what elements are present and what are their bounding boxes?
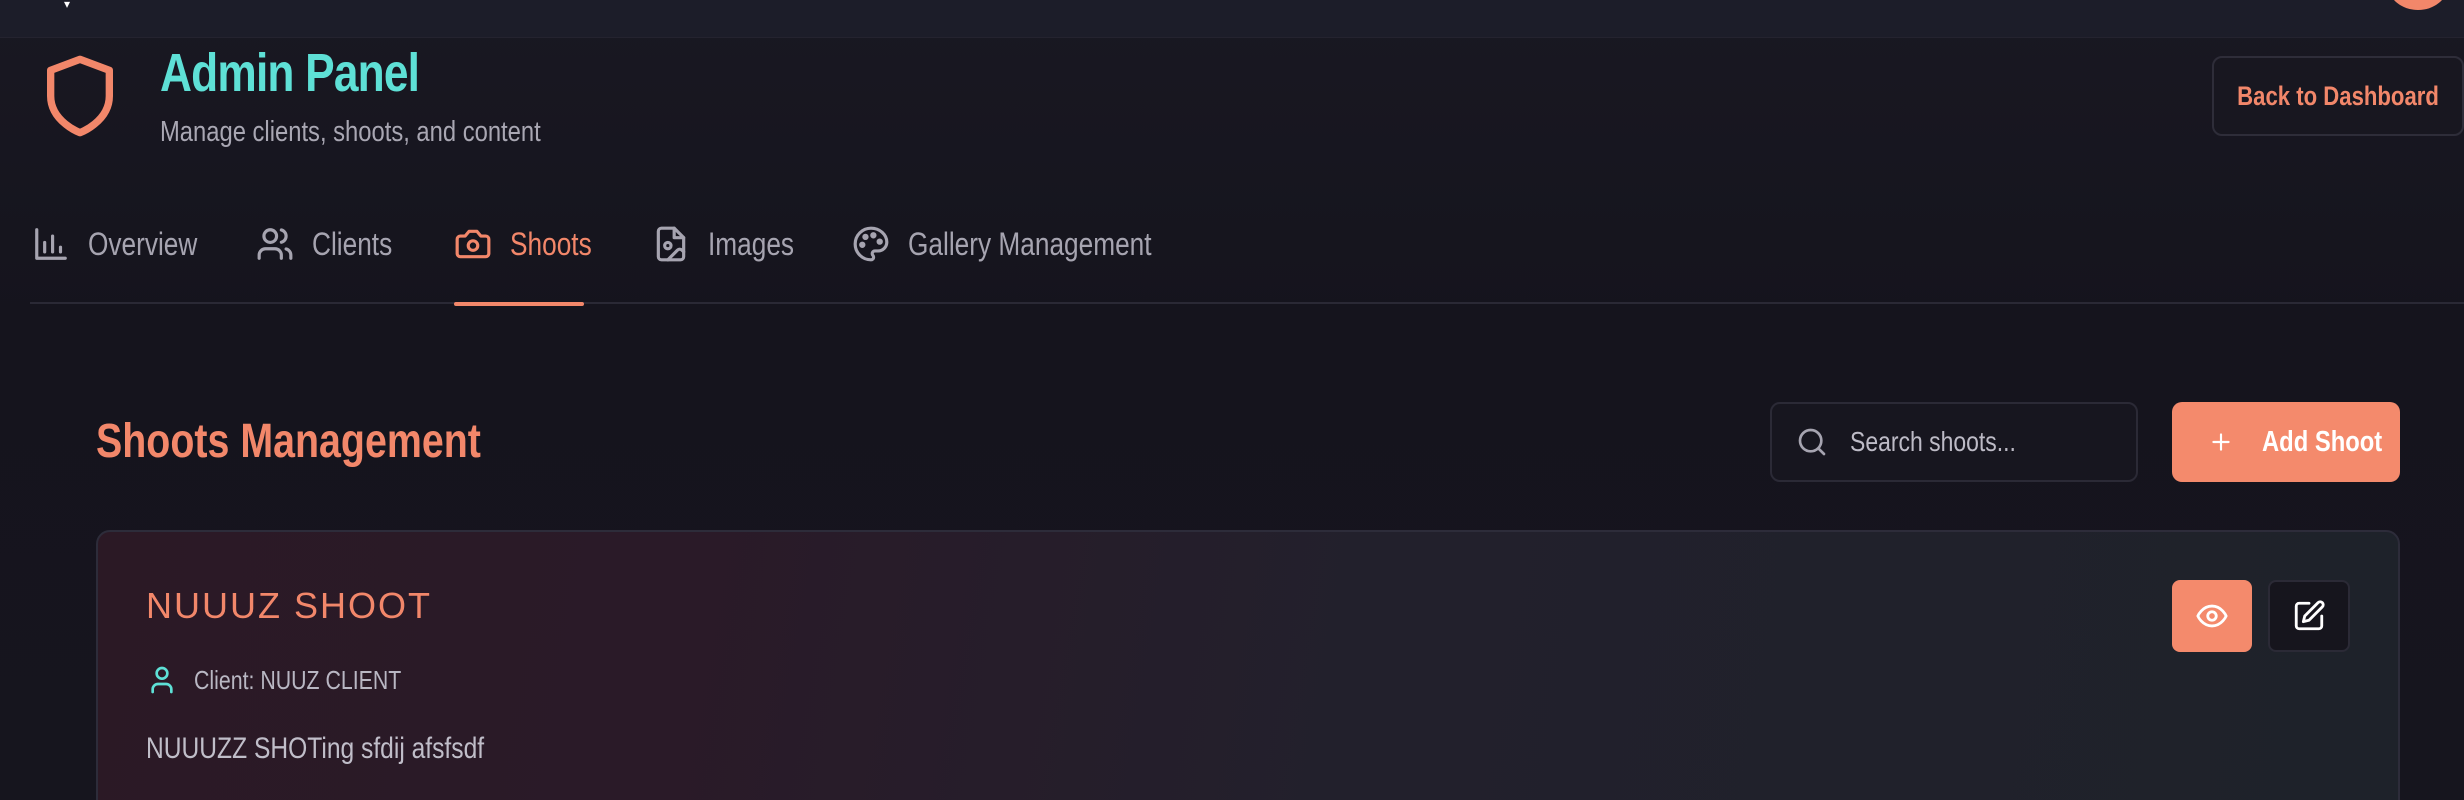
admin-page: ▾ Admin Panel Manage clients, shoots, an…	[0, 0, 2464, 800]
tab-overview-label: Overview	[88, 226, 198, 262]
shoot-description: NUUUZZ SHOTing sfdij afsfsdf	[146, 732, 485, 765]
plus-icon	[2212, 433, 2230, 451]
admin-tabs: Overview Clients Shoots Images Gallery M…	[30, 200, 2464, 306]
bar-chart-icon	[35, 228, 67, 260]
tab-gallery-management[interactable]: Gallery Management	[852, 220, 1205, 304]
page-title: Admin Panel	[160, 43, 420, 103]
add-shoot-button[interactable]: Add Shoot	[2172, 402, 2400, 482]
tab-clients[interactable]: Clients	[256, 220, 410, 304]
back-to-dashboard-button[interactable]: Back to Dashboard	[2212, 56, 2464, 136]
edit-icon	[2294, 600, 2325, 631]
top-navbar: ▾	[0, 0, 2464, 38]
shield-icon	[47, 55, 113, 137]
palette-icon	[853, 226, 889, 262]
view-shoot-button[interactable]	[2172, 580, 2252, 652]
image-file-icon	[656, 226, 686, 262]
add-shoot-label: Add Shoot	[2262, 425, 2383, 458]
search-box	[1770, 402, 2138, 482]
shoot-card: NUUUZ SHOOT Client: NUUZ CLIENT NUUUZZ S…	[96, 530, 2400, 800]
shoot-title: NUUUZ SHOOT	[146, 585, 432, 626]
back-to-dashboard-label: Back to Dashboard	[2237, 80, 2439, 111]
tab-gallery-management-label: Gallery Management	[908, 226, 1152, 262]
tab-overview[interactable]: Overview	[32, 220, 221, 304]
eye-icon	[2196, 604, 2228, 628]
shoot-client: Client: NUUZ CLIENT	[146, 660, 447, 700]
user-avatar[interactable]	[2388, 0, 2448, 10]
users-icon	[257, 228, 293, 260]
tab-shoots[interactable]: Shoots	[454, 220, 592, 306]
search-input[interactable]	[1850, 426, 2080, 458]
shoot-client-label: Client: NUUZ CLIENT	[194, 665, 402, 695]
tab-images-label: Images	[708, 226, 795, 262]
tab-shoots-label: Shoots	[510, 226, 592, 262]
tab-images[interactable]: Images	[652, 220, 813, 304]
caret-icon[interactable]: ▾	[64, 0, 74, 10]
edit-shoot-button[interactable]	[2268, 580, 2350, 652]
user-icon	[151, 666, 173, 694]
search-icon	[1798, 428, 1826, 456]
page-subtitle: Manage clients, shoots, and content	[160, 116, 541, 148]
section-title: Shoots Management	[96, 415, 481, 468]
tab-clients-label: Clients	[312, 226, 393, 262]
camera-icon	[455, 229, 491, 259]
